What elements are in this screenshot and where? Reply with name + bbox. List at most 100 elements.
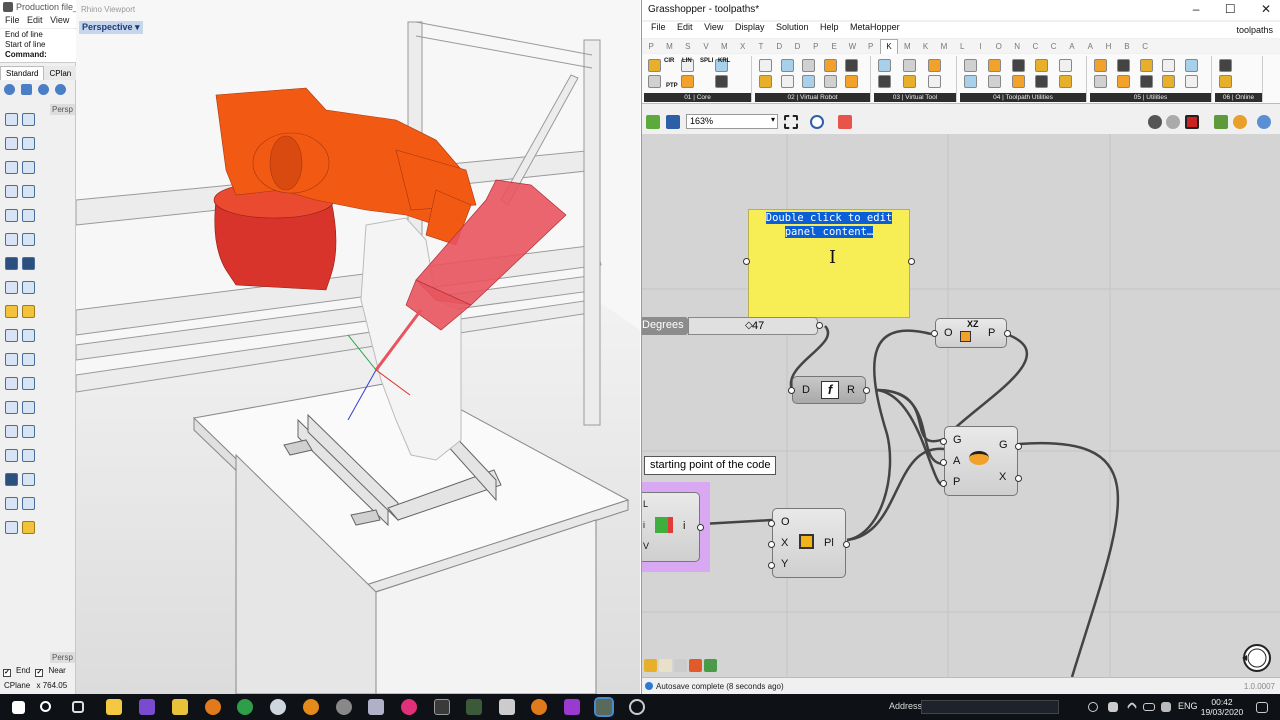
robot-component-icon[interactable] [987,59,1001,72]
gh-tab[interactable]: O [990,40,1008,54]
output-port-i[interactable]: i [683,520,685,532]
slider-output-grip[interactable] [816,322,823,329]
scale-icon[interactable] [22,353,35,366]
mirror-icon[interactable] [5,377,18,390]
app-circle-icon[interactable] [531,699,547,715]
robot-component-icon[interactable] [1094,75,1107,88]
rhino-viewport[interactable]: Rhino Viewport Perspective ▾ [76,0,640,694]
tab-cplanes[interactable]: CPlan [44,67,76,80]
robot-component-icon[interactable] [823,75,837,88]
display-sphere-icon[interactable] [1257,115,1271,129]
osnap-end[interactable]: ✓ End [3,666,30,677]
robot-component-icon[interactable] [1139,59,1153,72]
output-port-pl[interactable]: Pl [824,537,834,549]
start-point-component[interactable]: L i V i [642,492,704,562]
robot-component-icon[interactable] [759,59,772,72]
address-input[interactable] [921,700,1059,714]
robot-component-icon[interactable] [1011,75,1025,88]
document-preview-icon[interactable] [1233,115,1247,129]
arrow-tool-icon[interactable] [659,659,672,672]
robot-component-icon[interactable] [878,75,891,88]
app-purple-icon[interactable] [564,699,580,715]
sketch-icon[interactable] [784,115,798,129]
app-vector-icon[interactable] [499,699,515,715]
zoom-dropdown[interactable]: 163% ▾ [686,114,778,129]
robot-component-icon[interactable] [1059,75,1073,88]
rotate-component[interactable]: G A P G X [940,426,1022,496]
robot-component-icon[interactable] [1139,75,1153,88]
gh-tab[interactable]: X [733,40,751,54]
block-icon[interactable] [5,473,18,486]
gh-tab[interactable]: E [825,40,843,54]
output-port-p[interactable]: P [988,327,995,339]
gh-document-name[interactable]: toolpaths [1236,25,1273,35]
gh-tab[interactable]: C [1136,40,1154,54]
app-gem-icon[interactable] [368,699,384,715]
output-grip[interactable] [863,387,870,394]
array-icon[interactable] [22,377,35,390]
output-grip[interactable] [697,524,704,531]
gh-tab[interactable]: P [807,40,825,54]
undo-icon[interactable] [55,84,66,95]
robot-component-icon[interactable] [1162,59,1176,72]
robot-component-icon[interactable] [714,75,728,88]
gh-tab[interactable]: M [935,40,953,54]
robot-component-icon[interactable] [780,75,794,88]
robot-component-icon[interactable] [780,59,794,72]
input-port-l[interactable]: L [643,499,648,509]
gh-tab[interactable]: I [971,40,989,54]
select-icon[interactable] [5,113,18,126]
degrees-slider[interactable]: Degrees ◇ 47 [642,317,823,335]
network-icon[interactable] [1108,702,1118,712]
gear-tool-icon[interactable] [689,659,702,672]
copy-icon[interactable] [22,329,35,342]
grasshopper-app-icon[interactable] [466,699,482,715]
language-indicator[interactable]: ENG [1178,701,1198,711]
gh-tab[interactable]: N [1008,40,1026,54]
ribbon-group-label[interactable]: 01 | Core [644,93,751,102]
text-icon[interactable] [22,449,35,462]
ribbon-group-label[interactable]: 03 | Virtual Tool [874,93,956,102]
robot-component-icon[interactable] [1035,75,1049,88]
box-icon[interactable] [21,84,32,95]
robot-component-icon[interactable] [1011,59,1025,72]
panel-text[interactable]: Double click to edit panel content… [749,211,909,239]
boolean-icon[interactable] [5,305,18,318]
robot-component-icon[interactable] [964,59,977,72]
input-port-a[interactable]: A [953,455,960,467]
input-grip[interactable] [931,330,938,337]
grasshopper-active-icon[interactable] [594,697,614,717]
input-port-g[interactable]: G [953,434,962,446]
robot-component-icon[interactable] [987,75,1001,88]
gh-tab[interactable]: P [642,40,660,54]
cylinder-icon[interactable] [5,281,18,294]
circle-icon[interactable] [5,161,18,174]
clock[interactable]: 00:42 19/03/2020 [1200,697,1244,717]
gh-tab[interactable]: B [1118,40,1136,54]
gh-menu-view[interactable]: View [704,22,723,32]
input-grip[interactable] [768,541,775,548]
mesh-icon[interactable] [22,281,35,294]
output-port-r[interactable]: R [847,384,855,396]
gh-menu-file[interactable]: File [651,22,666,32]
paint-brush-icon[interactable] [838,115,852,129]
robot-component-icon[interactable] [928,59,941,72]
solid-sphere-icon[interactable] [22,257,35,270]
fillet-icon[interactable] [22,185,35,198]
input-port-p[interactable]: P [953,476,960,488]
gh-tab[interactable]: V [697,40,715,54]
split-icon[interactable] [22,401,35,414]
checkbox-icon[interactable]: ✓ [35,669,44,677]
robot-component-icon[interactable] [1162,75,1176,88]
rhino-menu-edit[interactable]: Edit [27,15,43,25]
robot-component-icon[interactable] [1059,59,1073,72]
point-icon[interactable] [22,113,35,126]
input-grip[interactable] [788,387,795,394]
gh-tab[interactable]: W [843,40,861,54]
surface-icon[interactable] [5,233,18,246]
transform-icon[interactable] [22,305,35,318]
gh-tab[interactable]: D [770,40,788,54]
viewport-tab[interactable]: Persp [50,104,75,115]
arc-icon[interactable] [22,161,35,174]
checkbox-icon[interactable]: ✓ [3,669,11,677]
